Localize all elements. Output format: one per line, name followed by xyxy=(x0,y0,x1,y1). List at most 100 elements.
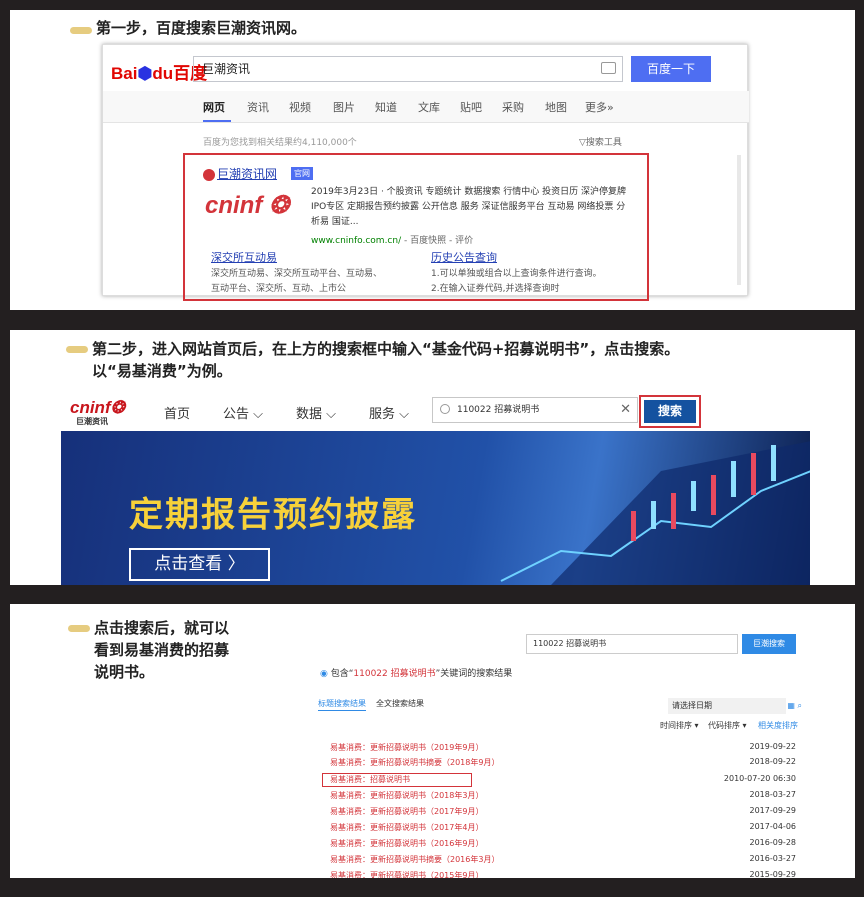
stock-chart-graphic xyxy=(500,441,810,585)
heading-suffix: ”关键词的搜索结果 xyxy=(435,669,513,679)
camera-icon[interactable] xyxy=(601,62,616,74)
row-title[interactable]: 易基消费：更新招募说明书（2017年4月） xyxy=(330,822,483,833)
step-bullet xyxy=(70,27,92,34)
step1-text: 第一步，百度搜索巨潮资讯网。 xyxy=(96,19,307,37)
row-title[interactable]: 易基消费：更新招募说明书摘要（2016年3月） xyxy=(330,854,499,865)
cninfo-swirl-icon: ❂ xyxy=(262,192,290,219)
step2-text-line1: 第二步，进入网站首页后，在上方的搜索框中输入“基金代码+招募说明书”，点击搜索。 xyxy=(92,340,680,358)
sort-by-time[interactable]: 时间排序 ▾ xyxy=(660,720,699,731)
step1-panel: 第一步，百度搜索巨潮资讯网。 Bai⬢du百度 巨潮资讯 百度一下 网页 资讯 … xyxy=(10,10,855,310)
tab-title-results[interactable]: 标题搜索结果 xyxy=(318,698,366,709)
sort-by-code[interactable]: 代码排序 ▾ xyxy=(708,720,747,731)
tab-images[interactable]: 图片 xyxy=(333,99,355,115)
table-row[interactable]: 易基消费：更新招募说明书摘要（2018年9月） 2018-09-22 xyxy=(330,757,796,771)
step-bullet xyxy=(68,625,90,632)
tab-wenku[interactable]: 文库 xyxy=(418,99,440,115)
result-url[interactable]: www.cninfo.com.cn/ - 百度快照 - 评价 xyxy=(311,233,473,246)
scrollbar[interactable] xyxy=(737,155,741,285)
table-row[interactable]: 易基消费：更新招募说明书（2015年9月） 2015-09-29 xyxy=(330,870,796,878)
table-row[interactable]: 易基消费：更新招募说明书（2019年9月） 2019-09-22 xyxy=(330,742,796,756)
tab-fulltext-results[interactable]: 全文搜索结果 xyxy=(376,698,424,709)
table-row[interactable]: 易基消费：更新招募说明书（2017年4月） 2017-04-06 xyxy=(330,822,796,836)
heading-query: 110022 招募说明书 xyxy=(353,669,436,679)
tab-video[interactable]: 视频 xyxy=(289,99,311,115)
row-title[interactable]: 易基消费：更新招募说明书（2018年3月） xyxy=(330,790,483,801)
table-row[interactable]: 易基消费：更新招募说明书摘要（2016年3月） 2016-03-27 xyxy=(330,854,796,868)
cninfo-navbar: cninf❂ 巨潮资讯 首页 公告 ⌵ 数据 ⌵ 服务 ⌵ 110022 招募说… xyxy=(62,390,810,430)
filter-icon: ▽ xyxy=(579,138,586,148)
tab-news[interactable]: 资讯 xyxy=(247,99,269,115)
table-row[interactable]: 易基消费：更新招募说明书（2017年9月） 2017-09-29 xyxy=(330,806,796,820)
results-search-input[interactable]: 110022 招募说明书 xyxy=(526,634,738,654)
step3-text-line3: 说明书。 xyxy=(94,663,155,681)
banner-view-button[interactable]: 点击查看 〉 xyxy=(129,548,270,581)
table-row[interactable]: 易基消费：更新招募说明书（2018年3月） 2018-03-27 xyxy=(330,790,796,804)
sublink-hudongyi-desc: 深交所互动易、深交所互动平台、互动易、 互动平台、深交所、互动、上市公 xyxy=(211,267,382,297)
promo-banner[interactable]: 定期报告预约披露 点击查看 〉 xyxy=(61,431,810,585)
active-tab-underline xyxy=(203,120,231,122)
row-date: 2010-07-20 06:30 xyxy=(723,774,796,783)
baidu-paw-icon: ⬢ xyxy=(137,64,153,83)
sublink-history-desc-2: 2.在输入证券代码,并选择查询时 xyxy=(431,284,560,294)
cninfo-search-button[interactable]: 搜索 xyxy=(644,400,696,423)
step3-text-line1: 点击搜索后，就可以 xyxy=(94,619,230,637)
search-icon xyxy=(440,404,450,414)
row-date: 2018-03-27 xyxy=(749,790,797,799)
cninfo-search-button[interactable]: 巨潮搜索 xyxy=(742,634,796,654)
nav-services[interactable]: 服务 ⌵ xyxy=(369,403,409,422)
step-bullet xyxy=(66,346,88,353)
result-title-link[interactable]: 巨潮资讯网 xyxy=(203,165,277,182)
cninfo-search-input[interactable]: 110022 招募说明书 ✕ xyxy=(432,397,638,423)
clear-icon[interactable]: ✕ xyxy=(620,398,631,422)
search-tools-label: 搜索工具 xyxy=(585,138,622,148)
results-heading: ◉ 包含“110022 招募说明书”关键词的搜索结果 xyxy=(320,666,512,679)
tab-more[interactable]: 更多» xyxy=(585,99,614,115)
tab-web[interactable]: 网页 xyxy=(203,99,225,115)
nav-announcements[interactable]: 公告 ⌵ xyxy=(223,403,263,422)
baidu-search-input[interactable]: 巨潮资讯 xyxy=(193,56,623,82)
info-icon: ◉ xyxy=(320,669,331,679)
sublink-hudongyi[interactable]: 深交所互动易 xyxy=(211,249,277,265)
tab-caigou[interactable]: 采购 xyxy=(502,99,524,115)
tab-map[interactable]: 地图 xyxy=(545,99,567,115)
search-result-card: 巨潮资讯网 官网 cninf ❂ 2019年3月23日 · 个股资讯 专题统计 … xyxy=(183,153,649,301)
cninfo-search-value: 110022 招募说明书 xyxy=(457,405,540,415)
heading-prefix: 包含“ xyxy=(330,669,354,679)
baidu-search-page: Bai⬢du百度 巨潮资讯 百度一下 网页 资讯 视频 图片 知道 文库 贴吧 … xyxy=(102,44,749,301)
cninfo-logo-subtitle: 巨潮资讯 xyxy=(76,417,108,426)
sort-by-relevance[interactable]: 相关度排序 xyxy=(758,720,798,731)
highlight-box xyxy=(322,773,472,787)
sublink-history-query[interactable]: 历史公告查询 xyxy=(431,249,497,265)
cninfo-logo[interactable]: cninf❂ xyxy=(70,398,125,418)
result-snapshot-links[interactable]: - 百度快照 - 评价 xyxy=(401,236,473,246)
date-picker[interactable]: 请选择日期 ▦ ⌕ xyxy=(668,698,802,714)
active-tab-underline xyxy=(318,710,366,711)
search-tools[interactable]: ▽搜索工具 xyxy=(579,135,622,148)
banner-title: 定期报告预约披露 xyxy=(129,495,417,535)
calendar-icon[interactable]: ▦ ⌕ xyxy=(787,698,802,714)
row-date: 2018-09-22 xyxy=(749,757,797,766)
row-title[interactable]: 易基消费：更新招募说明书（2019年9月） xyxy=(330,742,483,753)
nav-data[interactable]: 数据 ⌵ xyxy=(296,403,336,422)
baidu-logo-du: du xyxy=(152,64,174,83)
row-date: 2016-09-28 xyxy=(749,838,797,847)
result-description: 2019年3月23日 · 个股资讯 专题统计 数据搜索 行情中心 投资日历 深沪… xyxy=(311,187,626,227)
sublink-hudongyi-desc-1: 深交所互动易、深交所互动平台、互动易、 xyxy=(211,269,383,279)
row-title[interactable]: 易基消费：更新招募说明书（2017年9月） xyxy=(330,806,483,817)
step2-text-line2: 以“易基消费”为例。 xyxy=(92,362,232,380)
row-title[interactable]: 易基消费：更新招募说明书（2015年9月） xyxy=(330,870,483,878)
table-row[interactable]: 易基消费：更新招募说明书（2016年9月） 2016-09-28 xyxy=(330,838,796,852)
baidu-query-text: 巨潮资讯 xyxy=(202,62,251,76)
date-placeholder: 请选择日期 xyxy=(672,701,712,710)
tab-zhidao[interactable]: 知道 xyxy=(375,99,397,115)
row-title[interactable]: 易基消费：更新招募说明书摘要（2018年9月） xyxy=(330,757,499,768)
row-date: 2016-03-27 xyxy=(749,854,797,863)
baidu-search-button[interactable]: 百度一下 xyxy=(631,56,711,82)
row-title[interactable]: 易基消费：更新招募说明书（2016年9月） xyxy=(330,838,483,849)
baidu-tabs: 网页 资讯 视频 图片 知道 文库 贴吧 采购 地图 更多» xyxy=(103,91,749,123)
sublink-hudongyi-desc-2: 互动平台、深交所、互动、上市公 xyxy=(211,284,347,294)
tab-tieba[interactable]: 贴吧 xyxy=(460,99,482,115)
row-date: 2017-04-06 xyxy=(749,822,797,831)
search-button-highlight: 搜索 xyxy=(639,395,701,428)
nav-home[interactable]: 首页 xyxy=(164,403,190,422)
